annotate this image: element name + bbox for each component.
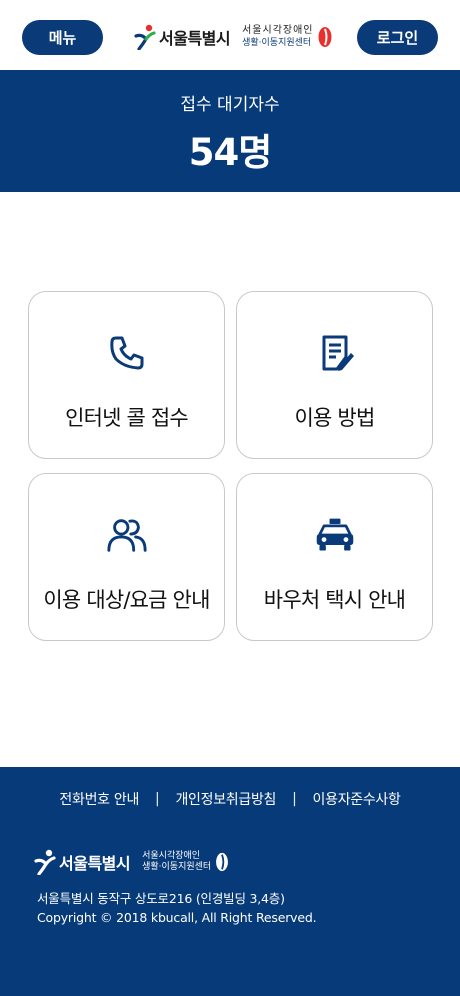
footer-logo-center-line1: 서울시각장애인: [142, 851, 201, 861]
footer-link-phone[interactable]: 전화번호 안내: [59, 789, 139, 809]
usage-guide-label: 이용 방법: [294, 406, 376, 430]
waiting-count-label: 접수 대기자수: [180, 95, 280, 115]
footer-links: 전화번호 안내 | 개인정보취급방침 | 이용자준수사항: [0, 789, 460, 809]
internet-call-card[interactable]: 인터넷 콜 접수: [28, 291, 225, 459]
logo-center-line2: 생활·이동지원센터: [242, 38, 312, 48]
footer: 전화번호 안내 | 개인정보취급방침 | 이용자준수사항 서울특별시 서울시각장…: [0, 767, 460, 996]
eligibility-fee-card[interactable]: 이용 대상/요금 안내: [28, 473, 225, 641]
center-emblem-icon: [318, 27, 332, 47]
usage-guide-card[interactable]: 이용 방법: [236, 291, 433, 459]
document-icon: [314, 332, 356, 374]
seoul-logo[interactable]: 서울특별시 서울시각장애인 생활·이동지원센터: [134, 22, 332, 52]
footer-copyright: Copyright © 2018 kbucall, All Right Rese…: [37, 910, 317, 925]
footer-address-block: 서울특별시 동작구 상도로216 (인경빌딩 3,4층) Copyright ©…: [37, 889, 317, 927]
login-button[interactable]: 로그인: [357, 20, 438, 55]
seoul-logo-icon: [134, 24, 156, 50]
taxi-icon: [314, 514, 356, 556]
footer-logo-center-line2: 생활·이동지원센터: [142, 862, 212, 872]
users-icon: [106, 514, 148, 556]
logo-center-line1: 서울시각장애인: [242, 25, 314, 36]
footer-separator: |: [155, 791, 160, 807]
footer-logo-center-name: 서울시각장애인 생활·이동지원센터: [142, 851, 211, 873]
logo-city-name: 서울특별시: [159, 29, 231, 48]
footer-link-terms[interactable]: 이용자준수사항: [313, 789, 401, 809]
phone-icon: [106, 332, 148, 374]
header: 메뉴 서울특별시 서울시각장애인 생활·이동지원센터 로그인: [0, 0, 460, 70]
menu-button[interactable]: 메뉴: [22, 20, 103, 55]
footer-separator: |: [292, 791, 297, 807]
voucher-taxi-label: 바우처 택시 안내: [263, 588, 406, 612]
footer-link-privacy[interactable]: 개인정보취급방침: [175, 789, 276, 809]
waiting-count-value: 54명: [188, 131, 273, 174]
seoul-logo-icon: [34, 849, 56, 875]
footer-logo: 서울특별시 서울시각장애인 생활·이동지원센터: [34, 849, 229, 875]
internet-call-label: 인터넷 콜 접수: [65, 406, 189, 430]
logo-center-name: 서울시각장애인 생활·이동지원센터: [242, 25, 313, 49]
center-emblem-icon: [216, 852, 229, 872]
eligibility-fee-label: 이용 대상/요금 안내: [43, 588, 210, 612]
footer-address: 서울특별시 동작구 상도로216 (인경빌딩 3,4층): [37, 891, 285, 906]
waiting-count-banner: 접수 대기자수 54명: [0, 70, 460, 192]
voucher-taxi-card[interactable]: 바우처 택시 안내: [236, 473, 433, 641]
footer-logo-city-name: 서울특별시: [59, 854, 131, 873]
